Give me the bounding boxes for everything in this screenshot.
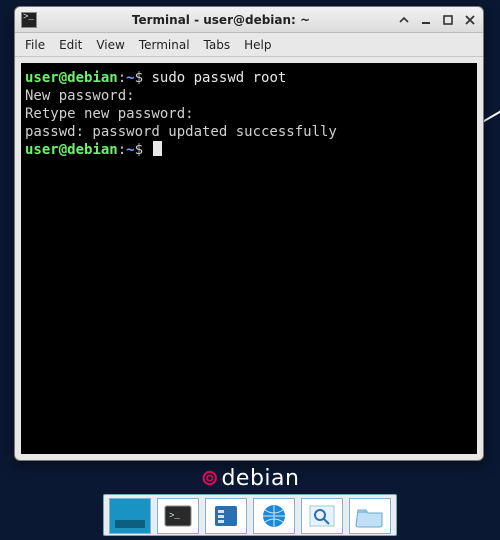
window-controls bbox=[397, 13, 477, 27]
menu-edit[interactable]: Edit bbox=[59, 38, 82, 52]
debian-swirl-icon: ⊚ bbox=[201, 466, 220, 491]
taskbar-show-desktop[interactable] bbox=[109, 498, 151, 534]
close-button[interactable] bbox=[463, 13, 477, 27]
command-text: sudo passwd root bbox=[151, 70, 286, 86]
terminal-output: Retype new password: bbox=[25, 105, 473, 123]
terminal-output: New password: bbox=[25, 87, 473, 105]
maximize-button[interactable] bbox=[441, 13, 455, 27]
taskbar-search[interactable] bbox=[301, 498, 343, 534]
prompt-host: debian bbox=[67, 70, 118, 86]
taskbar-web-browser[interactable] bbox=[253, 498, 295, 534]
terminal-output: passwd: password updated successfully bbox=[25, 123, 473, 141]
cursor-block bbox=[153, 141, 162, 156]
menu-view[interactable]: View bbox=[96, 38, 124, 52]
taskbar: >_ bbox=[103, 494, 397, 536]
taskbar-folder[interactable] bbox=[349, 498, 391, 534]
menu-help[interactable]: Help bbox=[244, 38, 271, 52]
terminal-window: Terminal - user@debian: ~ File Edit View… bbox=[14, 6, 484, 461]
titlebar[interactable]: Terminal - user@debian: ~ bbox=[15, 7, 483, 33]
debian-logo: ⊚debian bbox=[201, 466, 300, 491]
taskbar-file-manager[interactable] bbox=[205, 498, 247, 534]
terminal-icon bbox=[21, 12, 37, 28]
terminal-line: user@debian:~$ bbox=[25, 141, 473, 159]
shade-button[interactable] bbox=[397, 13, 411, 27]
prompt-user: user bbox=[25, 70, 59, 86]
svg-text:>_: >_ bbox=[169, 511, 180, 521]
terminal-viewport[interactable]: user@debian:~$ sudo passwd root New pass… bbox=[21, 63, 477, 454]
minimize-button[interactable] bbox=[419, 13, 433, 27]
menu-terminal[interactable]: Terminal bbox=[139, 38, 190, 52]
debian-wordmark: debian bbox=[221, 466, 299, 491]
terminal-line: user@debian:~$ sudo passwd root bbox=[25, 69, 473, 87]
prompt-path: ~ bbox=[126, 70, 134, 86]
taskbar-terminal[interactable]: >_ bbox=[157, 498, 199, 534]
window-title: Terminal - user@debian: ~ bbox=[45, 13, 397, 27]
menu-file[interactable]: File bbox=[25, 38, 45, 52]
menubar: File Edit View Terminal Tabs Help bbox=[15, 33, 483, 57]
menu-tabs[interactable]: Tabs bbox=[204, 38, 231, 52]
